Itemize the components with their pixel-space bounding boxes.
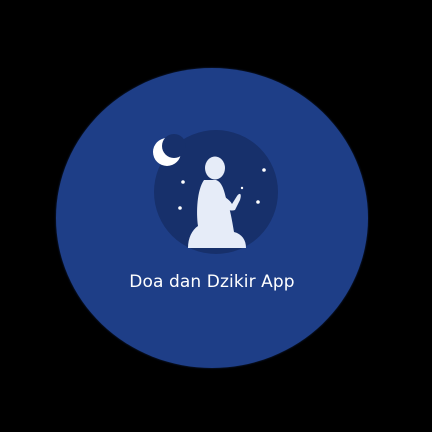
app-title: Doa dan Dzikir App	[129, 272, 295, 292]
app-icon-canvas: Doa dan Dzikir App	[0, 0, 432, 432]
emblem-icon	[153, 130, 278, 254]
